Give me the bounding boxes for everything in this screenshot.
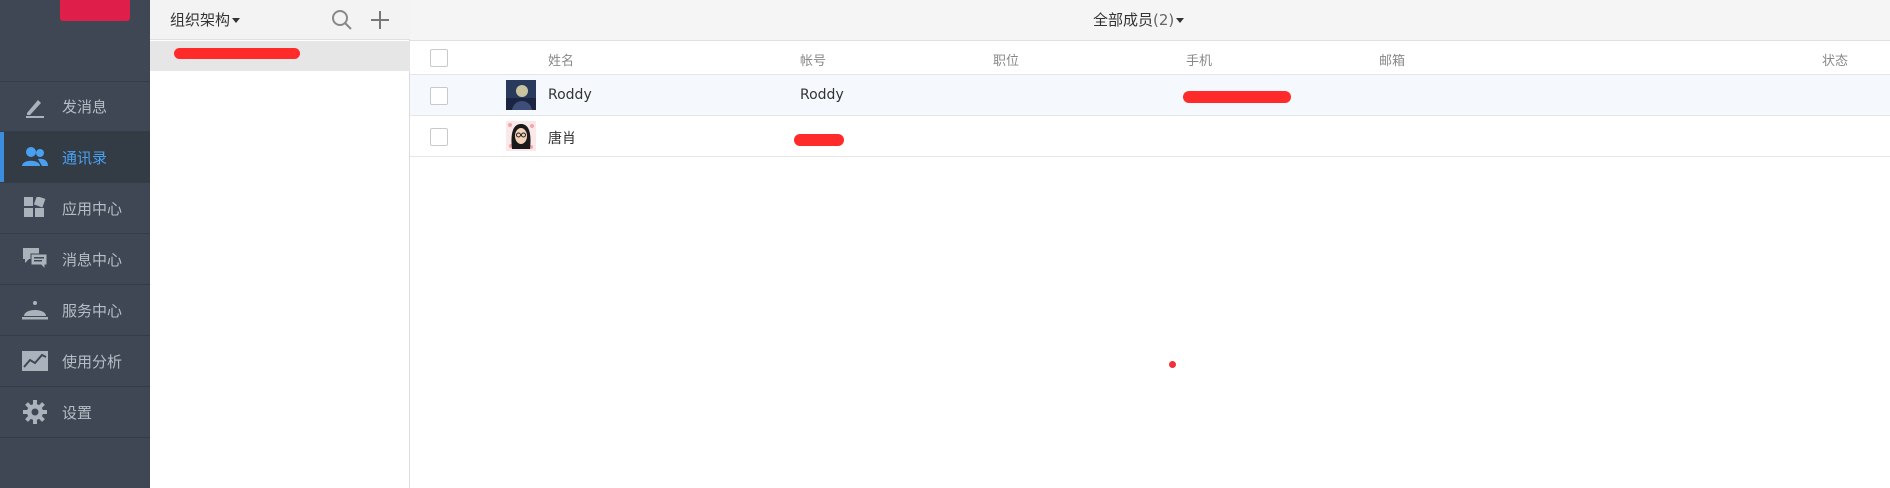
sidebar-item-label: 设置 (62, 403, 93, 422)
members-title: 全部成员 (1093, 11, 1154, 29)
app-window: 发消息 通讯录 应用中心 消息中心 服务中心 使用分析 设置 组织架构 全部成员… (0, 0, 1890, 488)
avatar (506, 80, 536, 110)
member-name: 唐肖 (548, 131, 576, 147)
sidebar-item-usage-analytics[interactable]: 使用分析 (0, 336, 150, 387)
org-tree-item[interactable] (150, 41, 410, 71)
org-structure-title: 组织架构 (170, 11, 231, 29)
sidebar-item-label: 通讯录 (62, 148, 108, 167)
chart-icon (22, 348, 48, 374)
table-row[interactable]: 唐肖 (410, 116, 1890, 157)
org-panel: 组织架构 (150, 0, 410, 488)
redacted-account (794, 134, 844, 146)
column-name: 姓名 (548, 54, 575, 69)
column-account: 帐号 (800, 54, 827, 69)
pencil-icon (22, 94, 48, 120)
table-row[interactable]: Roddy Roddy (410, 75, 1890, 116)
sidebar-item-send-message[interactable]: 发消息 (0, 81, 150, 132)
select-all-checkbox[interactable] (430, 49, 448, 67)
column-email: 邮箱 (1379, 54, 1406, 69)
org-panel-header: 组织架构 (150, 0, 410, 40)
sidebar-item-label: 服务中心 (62, 301, 123, 320)
red-dot-marker (1169, 361, 1176, 368)
contacts-icon (22, 144, 48, 170)
column-phone: 手机 (1186, 54, 1213, 69)
members-header: 全部成员(2) (410, 0, 1890, 41)
sidebar-item-app-center[interactable]: 应用中心 (0, 183, 150, 234)
apps-icon (22, 195, 48, 221)
sidebar-nav: 发消息 通讯录 应用中心 消息中心 服务中心 使用分析 设置 (0, 81, 150, 438)
caret-down-icon (232, 18, 241, 23)
all-members-dropdown[interactable]: 全部成员(2) (1093, 9, 1185, 30)
chat-icon (22, 246, 48, 272)
caret-down-icon (1176, 18, 1185, 23)
logo[interactable] (60, 0, 130, 21)
sidebar-item-label: 消息中心 (62, 250, 123, 269)
sidebar-item-service-center[interactable]: 服务中心 (0, 285, 150, 336)
sidebar-item-message-center[interactable]: 消息中心 (0, 234, 150, 285)
gear-icon (22, 399, 48, 425)
redacted-org-name (174, 48, 300, 59)
sidebar-item-label: 应用中心 (62, 199, 123, 218)
members-panel: 全部成员(2) 姓名 帐号 职位 手机 邮箱 状态 Roddy Roddy 唐肖 (410, 0, 1890, 488)
member-name: Roddy (548, 87, 592, 103)
member-account: Roddy (800, 87, 844, 103)
row-checkbox[interactable] (430, 128, 448, 146)
add-icon[interactable] (368, 8, 392, 32)
sidebar-item-label: 发消息 (62, 98, 108, 116)
sidebar: 发消息 通讯录 应用中心 消息中心 服务中心 使用分析 设置 (0, 0, 150, 488)
avatar (506, 121, 536, 151)
service-bell-icon (22, 297, 48, 323)
sidebar-item-settings[interactable]: 设置 (0, 387, 150, 438)
sidebar-item-label: 使用分析 (62, 352, 123, 371)
org-structure-dropdown[interactable]: 组织架构 (170, 9, 241, 30)
members-count: (2) (1153, 11, 1175, 29)
column-status: 状态 (1822, 54, 1849, 69)
sidebar-item-contacts[interactable]: 通讯录 (0, 132, 150, 183)
column-position: 职位 (993, 54, 1020, 69)
search-icon[interactable] (330, 8, 354, 32)
redacted-phone (1183, 91, 1291, 103)
row-checkbox[interactable] (430, 87, 448, 105)
table-header: 姓名 帐号 职位 手机 邮箱 状态 (410, 41, 1890, 75)
